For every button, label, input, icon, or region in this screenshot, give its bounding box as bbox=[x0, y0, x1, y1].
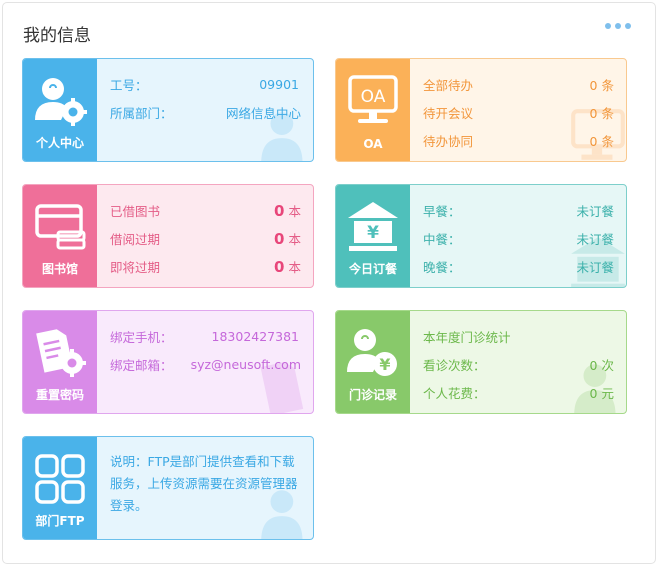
pending-collab-row[interactable]: 待办协同 0条 bbox=[423, 126, 614, 154]
reset-password-tile[interactable]: 重置密码 bbox=[23, 311, 97, 413]
personal-center-label: 个人中心 bbox=[35, 136, 84, 150]
more-options-icon[interactable] bbox=[605, 23, 631, 29]
all-todo-count: 0 bbox=[589, 77, 598, 93]
dinner-status: 未订餐 bbox=[576, 259, 614, 275]
lunch-row[interactable]: 中餐： 未订餐 bbox=[423, 224, 614, 252]
department-row: 所属部门： 网络信息中心 bbox=[110, 98, 301, 126]
visit-count-row: 看诊次数： 0次 bbox=[423, 350, 614, 378]
clinic-records-label: 门诊记录 bbox=[348, 388, 397, 402]
personal-cost-value: 0 bbox=[589, 385, 598, 401]
borrowed-count: 0 bbox=[274, 201, 285, 220]
all-todo-unit: 条 bbox=[601, 77, 614, 93]
department-label: 所属部门： bbox=[110, 105, 173, 121]
personal-center-tile[interactable]: 个人中心 bbox=[23, 59, 97, 161]
expiring-label: 即将过期 bbox=[110, 259, 161, 275]
meal-tile[interactable]: ¥ 今日订餐 bbox=[336, 185, 410, 287]
pending-collab-count: 0 bbox=[589, 133, 598, 149]
oa-monitor-icon: OA bbox=[336, 69, 410, 133]
user-settings-icon bbox=[23, 69, 97, 133]
clinic-stats-heading: 本年度门诊统计 bbox=[423, 329, 511, 345]
overdue-label: 借阅过期 bbox=[110, 231, 161, 247]
clinic-heading-row: 本年度门诊统计 bbox=[423, 322, 614, 350]
pending-meeting-label: 待开会议 bbox=[423, 105, 474, 121]
oa-label: OA bbox=[363, 137, 383, 151]
department-ftp-label: 部门FTP bbox=[35, 514, 85, 528]
department-ftp-card[interactable]: 部门FTP 说明：FTP是部门提供查看和下载服务，上传资源需要在资源管理器登录。 bbox=[22, 436, 314, 540]
reset-password-card[interactable]: 重置密码 绑定手机： 18302427381 绑定邮箱： syz@neusoft… bbox=[22, 310, 314, 414]
all-todo-label: 全部待办 bbox=[423, 77, 474, 93]
pending-meeting-row[interactable]: 待开会议 0条 bbox=[423, 98, 614, 126]
pending-meeting-unit: 条 bbox=[601, 105, 614, 121]
personal-cost-row: 个人花费： 0元 bbox=[423, 378, 614, 406]
library-card[interactable]: 图书馆 已借图书 0本 借阅过期 0本 即将过期 0本 bbox=[22, 184, 314, 288]
oa-info: 全部待办 0条 待开会议 0条 待办协同 0条 bbox=[410, 59, 626, 161]
meal-info: 早餐： 未订餐 中餐： 未订餐 晚餐： 未订餐 bbox=[410, 185, 626, 287]
personal-center-card[interactable]: 个人中心 工号： 09901 所属部门： 网络信息中心 bbox=[22, 58, 314, 162]
ftp-description: 说明：FTP是部门提供查看和下载服务，上传资源需要在资源管理器登录。 bbox=[110, 454, 298, 513]
clinic-records-card[interactable]: ¥ 门诊记录 本年度门诊统计 看诊次数： 0次 个人花费： 0元 bbox=[335, 310, 627, 414]
oa-tile[interactable]: OA OA bbox=[336, 59, 410, 161]
overdue-row[interactable]: 借阅过期 0本 bbox=[110, 224, 301, 252]
oa-icon-text: OA bbox=[361, 87, 386, 107]
meal-card[interactable]: ¥ 今日订餐 早餐： 未订餐 中餐： 未订餐 晚餐： 未订餐 bbox=[335, 184, 627, 288]
expiring-unit: 本 bbox=[288, 259, 301, 275]
employee-id-row: 工号： 09901 bbox=[110, 70, 301, 98]
expiring-row[interactable]: 即将过期 0本 bbox=[110, 252, 301, 280]
breakfast-row[interactable]: 早餐： 未订餐 bbox=[423, 196, 614, 224]
meal-yuan-text: ¥ bbox=[367, 223, 379, 243]
visit-count-label: 看诊次数： bbox=[423, 357, 486, 373]
all-todo-row[interactable]: 全部待办 0条 bbox=[423, 70, 614, 98]
overdue-unit: 本 bbox=[288, 231, 301, 247]
bound-email-row: 绑定邮箱： syz@neusoft.com bbox=[110, 350, 301, 378]
breakfast-status: 未订餐 bbox=[576, 203, 614, 219]
bound-phone-row: 绑定手机： 18302427381 bbox=[110, 322, 301, 350]
lunch-status: 未订餐 bbox=[576, 231, 614, 247]
borrowed-label: 已借图书 bbox=[110, 203, 161, 219]
lunch-label: 中餐： bbox=[423, 231, 461, 247]
library-info: 已借图书 0本 借阅过期 0本 即将过期 0本 bbox=[97, 185, 313, 287]
department-ftp-tile[interactable]: 部门FTP bbox=[23, 437, 97, 539]
meal-label: 今日订餐 bbox=[348, 262, 397, 276]
clinic-records-tile[interactable]: ¥ 门诊记录 bbox=[336, 311, 410, 413]
pending-collab-unit: 条 bbox=[601, 133, 614, 149]
overdue-count: 0 bbox=[274, 229, 285, 248]
bound-email-label: 绑定邮箱： bbox=[110, 357, 173, 373]
bound-email-value: syz@neusoft.com bbox=[190, 356, 301, 372]
employee-id-value: 09901 bbox=[259, 76, 299, 92]
visit-count-unit: 次 bbox=[601, 357, 614, 373]
expiring-count: 0 bbox=[274, 257, 285, 276]
employee-id-label: 工号： bbox=[110, 77, 148, 93]
department-ftp-info: 说明：FTP是部门提供查看和下载服务，上传资源需要在资源管理器登录。 bbox=[97, 437, 313, 539]
library-label: 图书馆 bbox=[41, 262, 78, 276]
clinic-yuan-text: ¥ bbox=[379, 355, 390, 374]
pending-collab-label: 待办协同 bbox=[423, 133, 474, 149]
visit-count-value: 0 bbox=[589, 357, 598, 373]
dinner-label: 晚餐： bbox=[423, 259, 461, 275]
pending-meeting-count: 0 bbox=[589, 105, 598, 121]
reset-password-info: 绑定手机： 18302427381 绑定邮箱： syz@neusoft.com bbox=[97, 311, 313, 413]
department-value: 网络信息中心 bbox=[225, 105, 301, 121]
grid-four-squares-icon bbox=[23, 447, 97, 511]
user-yuan-icon: ¥ bbox=[336, 321, 410, 385]
personal-center-info: 工号： 09901 所属部门： 网络信息中心 bbox=[97, 59, 313, 161]
bound-phone-value: 18302427381 bbox=[211, 328, 299, 344]
library-tile[interactable]: 图书馆 bbox=[23, 185, 97, 287]
borrowed-unit: 本 bbox=[288, 203, 301, 219]
book-icon bbox=[23, 195, 97, 259]
breakfast-label: 早餐： bbox=[423, 203, 461, 219]
clinic-records-info: 本年度门诊统计 看诊次数： 0次 个人花费： 0元 bbox=[410, 311, 626, 413]
panel-title: 我的信息 bbox=[23, 26, 91, 46]
oa-card[interactable]: OA OA 全部待办 0条 待开会议 0条 待办协同 0条 bbox=[335, 58, 627, 162]
borrowed-row[interactable]: 已借图书 0本 bbox=[110, 196, 301, 224]
personal-cost-unit: 元 bbox=[601, 385, 614, 401]
reset-password-label: 重置密码 bbox=[35, 388, 84, 402]
personal-cost-label: 个人花费： bbox=[423, 385, 486, 401]
bank-yuan-icon: ¥ bbox=[336, 195, 410, 259]
bound-phone-label: 绑定手机： bbox=[110, 329, 173, 345]
dinner-row[interactable]: 晚餐： 未订餐 bbox=[423, 252, 614, 280]
document-gear-icon bbox=[23, 321, 97, 385]
